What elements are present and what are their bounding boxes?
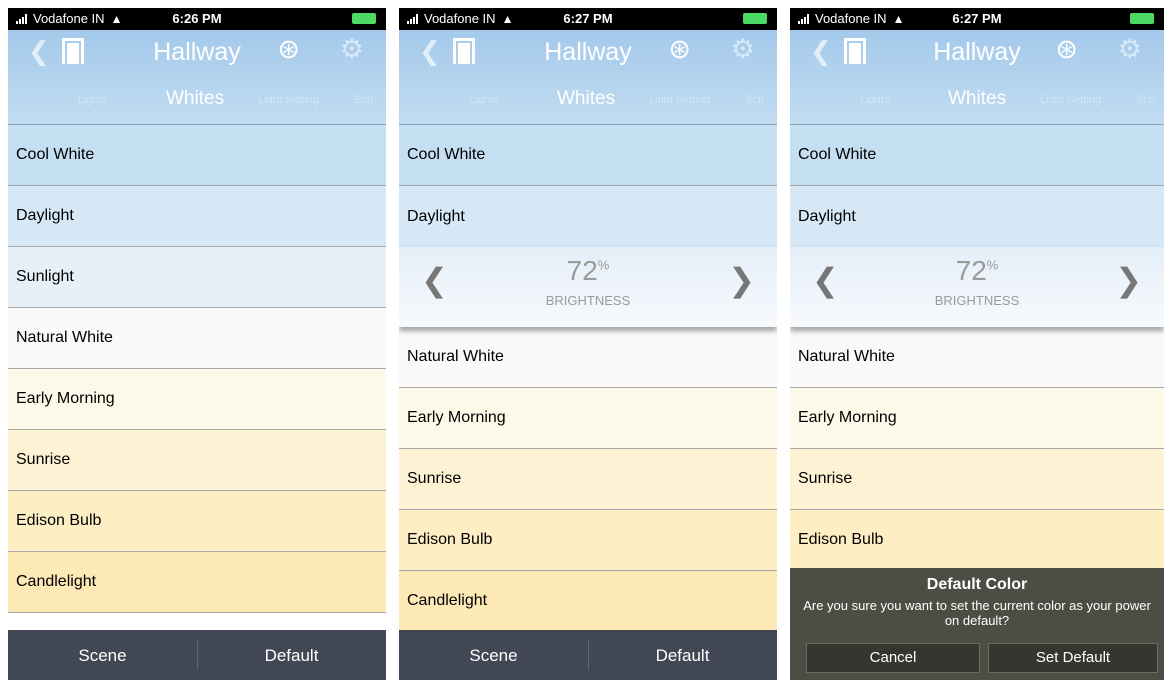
battery-icon bbox=[1130, 13, 1154, 24]
default-button[interactable]: Default bbox=[197, 646, 386, 666]
chevron-right-icon[interactable]: ❯ bbox=[1115, 261, 1142, 299]
tab-lights[interactable]: Lights bbox=[469, 94, 498, 106]
tab-whites[interactable]: Whites bbox=[948, 88, 1006, 110]
gear-icon[interactable]: ⚙ bbox=[1118, 34, 1142, 65]
list-item-sunrise[interactable]: Sunrise bbox=[8, 430, 386, 491]
status-bar: Vodafone IN ▲ 6:27 PM bbox=[790, 8, 1164, 30]
battery-icon bbox=[743, 13, 767, 24]
chevron-right-icon[interactable]: ❯ bbox=[728, 261, 755, 299]
status-bar: Vodafone IN ▲ 6:26 PM bbox=[8, 8, 386, 30]
header: ❮ Hallway ⊛ ⚙ Lights Whites Light Settin… bbox=[399, 30, 777, 125]
status-bar: Vodafone IN ▲ 6:27 PM bbox=[399, 8, 777, 30]
dialog-message: Are you sure you want to set the current… bbox=[803, 598, 1151, 628]
brightness-label: BRIGHTNESS bbox=[934, 293, 1020, 308]
list-item-early-morning[interactable]: Early Morning bbox=[399, 388, 777, 449]
tab-schedule[interactable]: Sch bbox=[1136, 94, 1155, 106]
gear-icon[interactable]: ⚙ bbox=[731, 34, 755, 65]
header: ❮ Hallway ⊛ ⚙ Lights Whites Light Settin… bbox=[8, 30, 386, 125]
header: ❮ Hallway ⊛ ⚙ Lights Whites Light Settin… bbox=[790, 30, 1164, 125]
tab-lights[interactable]: Lights bbox=[860, 94, 889, 106]
list-item-natural-white[interactable]: Natural White bbox=[8, 308, 386, 369]
battery-icon bbox=[352, 13, 376, 24]
brightness-value: 72% bbox=[566, 255, 610, 286]
list-item-sunrise[interactable]: Sunrise bbox=[790, 449, 1164, 510]
list-item-daylight[interactable]: Daylight bbox=[399, 186, 777, 247]
cancel-button[interactable]: Cancel bbox=[806, 643, 980, 673]
footer-bar: Scene Default bbox=[8, 630, 386, 680]
scene-button[interactable]: Scene bbox=[399, 646, 588, 666]
list-item-cool-white[interactable]: Cool White bbox=[790, 125, 1164, 186]
bluetooth-icon[interactable]: ⊛ bbox=[1055, 34, 1078, 65]
page-title: Hallway bbox=[153, 38, 241, 66]
brightness-value: 72% bbox=[955, 255, 999, 286]
clock: 6:27 PM bbox=[952, 11, 1002, 26]
list-item-sunlight[interactable]: Sunlight bbox=[8, 247, 386, 308]
list-item-candlelight[interactable]: Candlelight bbox=[399, 571, 777, 632]
default-button[interactable]: Default bbox=[588, 646, 777, 666]
bluetooth-icon[interactable]: ⊛ bbox=[668, 34, 691, 65]
dialog-title: Default Color bbox=[926, 576, 1028, 593]
bluetooth-icon[interactable]: ⊛ bbox=[277, 34, 300, 65]
footer-bar: Scene Default bbox=[399, 630, 777, 680]
list-item-edison-bulb[interactable]: Edison Bulb bbox=[790, 510, 1164, 571]
list-item-natural-white[interactable]: Natural White bbox=[790, 327, 1164, 388]
tab-bar: Lights Whites Light Setting Sch bbox=[8, 86, 386, 116]
brightness-control: ❮ 72% BRIGHTNESS ❯ bbox=[399, 247, 777, 327]
page-title: Hallway bbox=[933, 38, 1021, 66]
brightness-label: BRIGHTNESS bbox=[545, 293, 631, 308]
phone-screen-1: Vodafone IN ▲ 6:26 PM ❮ Hallway ⊛ ⚙ Light… bbox=[8, 8, 386, 680]
default-color-dialog: Default Color Are you sure you want to s… bbox=[790, 568, 1164, 680]
tab-schedule[interactable]: Sch bbox=[745, 94, 764, 106]
scene-button[interactable]: Scene bbox=[8, 646, 197, 666]
whites-list: Cool White Daylight ❮ 72% BRIGHTNESS ❯ N… bbox=[399, 125, 777, 632]
tab-whites[interactable]: Whites bbox=[557, 88, 615, 110]
list-item-candlelight[interactable]: Candlelight bbox=[8, 552, 386, 613]
tab-schedule[interactable]: Sch bbox=[354, 94, 373, 106]
list-item-edison-bulb[interactable]: Edison Bulb bbox=[399, 510, 777, 571]
set-default-button[interactable]: Set Default bbox=[988, 643, 1158, 673]
phone-screen-3: Vodafone IN ▲ 6:27 PM ❮ Hallway ⊛ ⚙ Light… bbox=[790, 8, 1164, 680]
gear-icon[interactable]: ⚙ bbox=[340, 34, 364, 65]
list-item-early-morning[interactable]: Early Morning bbox=[8, 369, 386, 430]
list-item-sunrise[interactable]: Sunrise bbox=[399, 449, 777, 510]
list-item-early-morning[interactable]: Early Morning bbox=[790, 388, 1164, 449]
phone-screen-2: Vodafone IN ▲ 6:27 PM ❮ Hallway ⊛ ⚙ Light… bbox=[399, 8, 777, 680]
tab-light-setting[interactable]: Light Setting bbox=[258, 94, 319, 106]
tab-lights[interactable]: Lights bbox=[78, 94, 107, 106]
tab-bar: Lights Whites Light Setting Sch bbox=[790, 86, 1164, 116]
whites-list: Cool White Daylight Sunlight Natural Whi… bbox=[8, 125, 386, 613]
brightness-control: ❮ 72% BRIGHTNESS ❯ bbox=[790, 247, 1164, 327]
tab-whites[interactable]: Whites bbox=[166, 88, 224, 110]
clock: 6:27 PM bbox=[563, 11, 613, 26]
list-item-cool-white[interactable]: Cool White bbox=[8, 125, 386, 186]
list-item-cool-white[interactable]: Cool White bbox=[399, 125, 777, 186]
clock: 6:26 PM bbox=[172, 11, 222, 26]
whites-list: Cool White Daylight ❮ 72% BRIGHTNESS ❯ N… bbox=[790, 125, 1164, 571]
page-title: Hallway bbox=[544, 38, 632, 66]
tab-bar: Lights Whites Light Setting Sch bbox=[399, 86, 777, 116]
tab-light-setting[interactable]: Light Setting bbox=[1040, 94, 1101, 106]
list-item-natural-white[interactable]: Natural White bbox=[399, 327, 777, 388]
list-item-daylight[interactable]: Daylight bbox=[8, 186, 386, 247]
tab-light-setting[interactable]: Light Setting bbox=[649, 94, 710, 106]
list-item-daylight[interactable]: Daylight bbox=[790, 186, 1164, 247]
list-item-edison-bulb[interactable]: Edison Bulb bbox=[8, 491, 386, 552]
